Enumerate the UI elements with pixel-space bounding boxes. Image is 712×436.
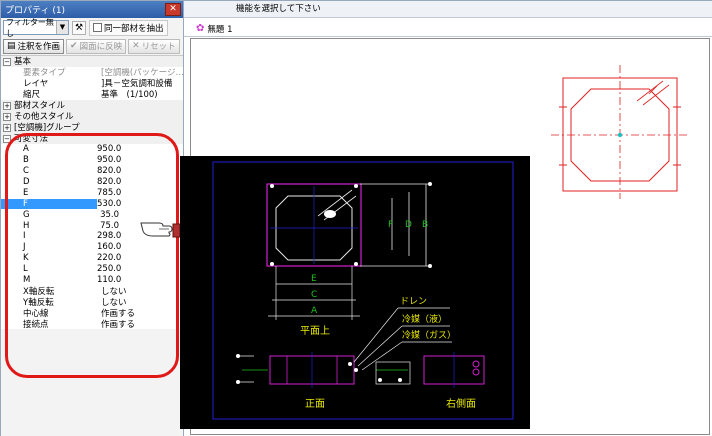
highlight-outline xyxy=(5,133,179,378)
category-group[interactable]: + [空調機]グループ xyxy=(1,121,183,133)
same-member-label: 同一部材を抽出 xyxy=(104,23,164,34)
same-member-checkbox[interactable]: 同一部材を抽出 xyxy=(89,19,168,36)
property-row[interactable]: レイヤ]具－空気調和設備 xyxy=(1,78,183,88)
close-icon[interactable]: ✕ xyxy=(165,3,181,16)
tab-bar: ✿ 無題 1 xyxy=(184,18,712,37)
reflect-button[interactable]: ✔ 図面に反映 xyxy=(66,38,127,54)
liquid-refrigerant-label: 冷媒（液） xyxy=(402,313,447,325)
drain-label: ドレン xyxy=(400,297,427,307)
panel-title-bar: プロパティ (1) ✕ xyxy=(1,1,183,18)
check-icon: ✔ xyxy=(70,41,78,51)
front-view-label: 正面 xyxy=(305,399,325,410)
expand-icon[interactable]: + xyxy=(3,124,11,133)
property-row[interactable]: 縮尺 基準 (1/100) xyxy=(1,89,183,99)
gas-refrigerant-label: 冷媒（ガス） xyxy=(402,329,456,341)
app-window: プロパティ (1) ✕ フィルター無し ▼ ⚒ 同一部材を抽出 ▤ 注釈を作画 … xyxy=(0,0,712,436)
filter-select[interactable]: フィルター無し ▼ xyxy=(3,18,69,38)
checkbox-box xyxy=(93,23,102,32)
dim-label-a: A xyxy=(311,306,318,316)
plan-view-label: 平面上 xyxy=(300,325,330,337)
category-basic[interactable]: − 基本 xyxy=(1,56,183,67)
dim-label-f: F xyxy=(388,220,393,230)
panel-toolbar-2: ▤ 注釈を作画 ✔ 図面に反映 ✕ リセット xyxy=(1,37,183,55)
annotation-icon: ▤ xyxy=(7,41,16,51)
collapse-icon[interactable]: − xyxy=(3,58,11,67)
panel-toolbar-1: フィルター無し ▼ ⚒ 同一部材を抽出 xyxy=(1,18,183,38)
property-row: 要素タイプ [空調機(パッケージ… xyxy=(23,68,183,78)
annotate-button[interactable]: ▤ 注釈を作画 xyxy=(3,38,65,54)
drawing-icon: ✿ xyxy=(196,23,205,34)
panel-title: プロパティ (1) xyxy=(5,6,66,16)
status-prompt: 機能を選択して下さい xyxy=(184,1,712,18)
tools-icon[interactable]: ⚒ xyxy=(72,20,86,35)
ac-unit-symbol[interactable] xyxy=(545,61,695,201)
tab-untitled-1[interactable]: ✿ 無題 1 xyxy=(190,21,239,36)
expand-icon[interactable]: + xyxy=(3,113,11,122)
dim-label-d: D xyxy=(405,220,412,230)
expand-icon[interactable]: + xyxy=(3,102,11,111)
side-view-label: 右側面 xyxy=(446,397,476,410)
category-other-style[interactable]: + その他スタイル xyxy=(1,110,183,122)
reset-button[interactable]: ✕ リセット xyxy=(128,38,180,54)
shape-preview: F D B E C A 平面上 ドレン 冷媒（液） 冷媒（ガス） 正面 右側面 xyxy=(180,156,530,429)
category-member-style[interactable]: + 部材スタイル xyxy=(1,99,183,111)
cross-icon: ✕ xyxy=(132,41,140,51)
dim-label-e: E xyxy=(311,274,317,284)
pointing-hand-icon xyxy=(140,222,181,238)
chevron-down-icon: ▼ xyxy=(56,21,68,34)
dim-label-b: B xyxy=(422,220,428,230)
dim-label-c: C xyxy=(311,290,317,300)
